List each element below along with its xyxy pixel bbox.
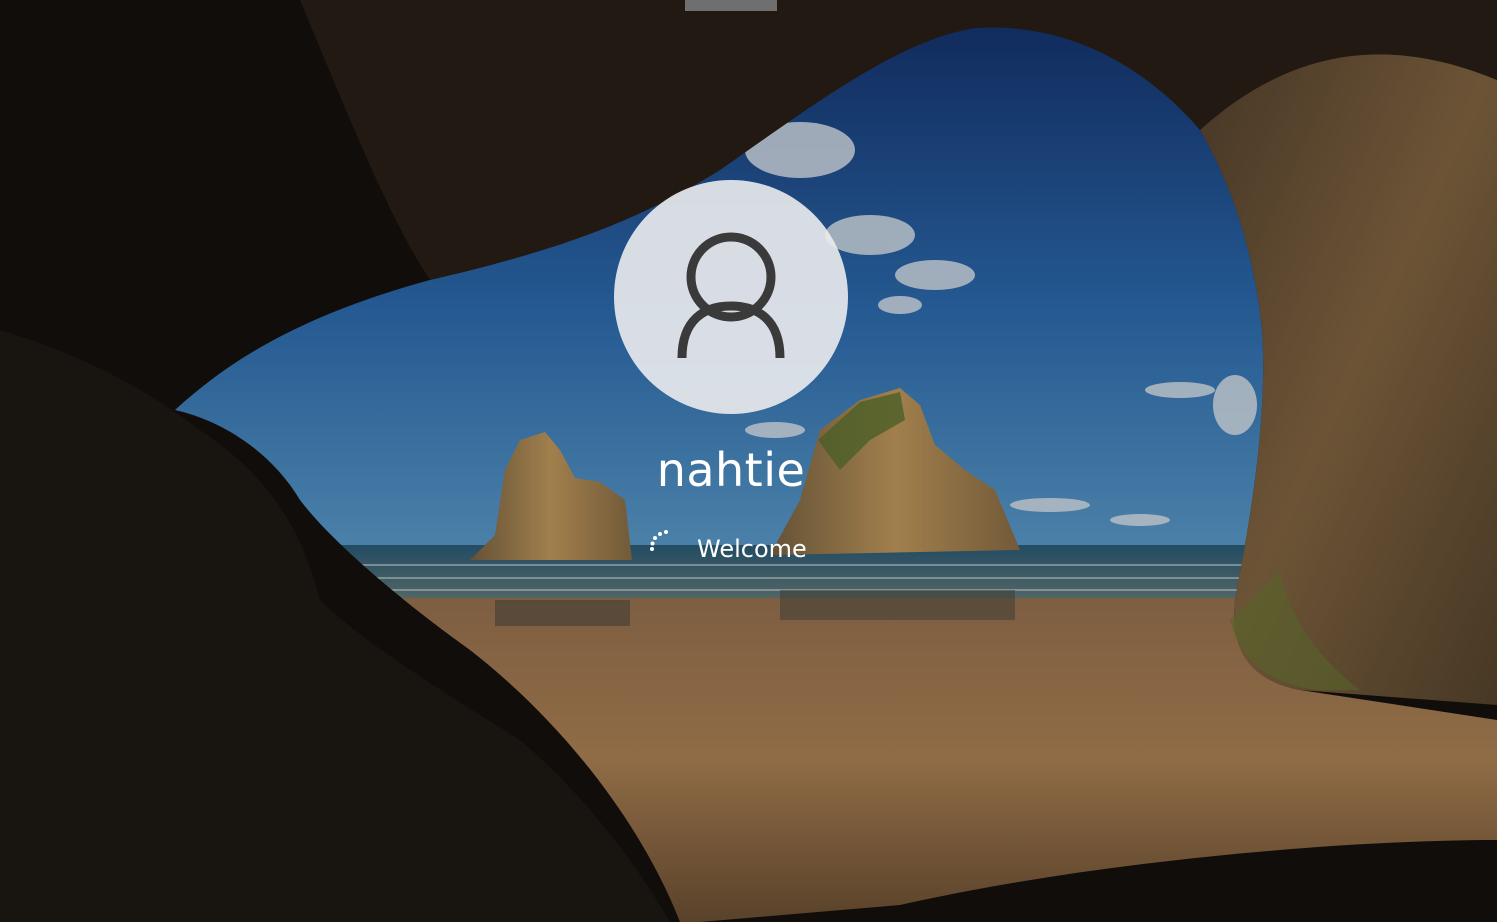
username-label: nahtie bbox=[656, 443, 806, 497]
sign-in-status: Welcome bbox=[640, 528, 870, 568]
top-edge-tab bbox=[685, 0, 777, 11]
loading-dots-icon bbox=[650, 530, 668, 551]
lock-screen: nahtie Welcome bbox=[0, 0, 1497, 922]
welcome-text: Welcome bbox=[697, 535, 807, 563]
user-silhouette-icon bbox=[677, 232, 785, 359]
user-avatar bbox=[614, 180, 848, 414]
